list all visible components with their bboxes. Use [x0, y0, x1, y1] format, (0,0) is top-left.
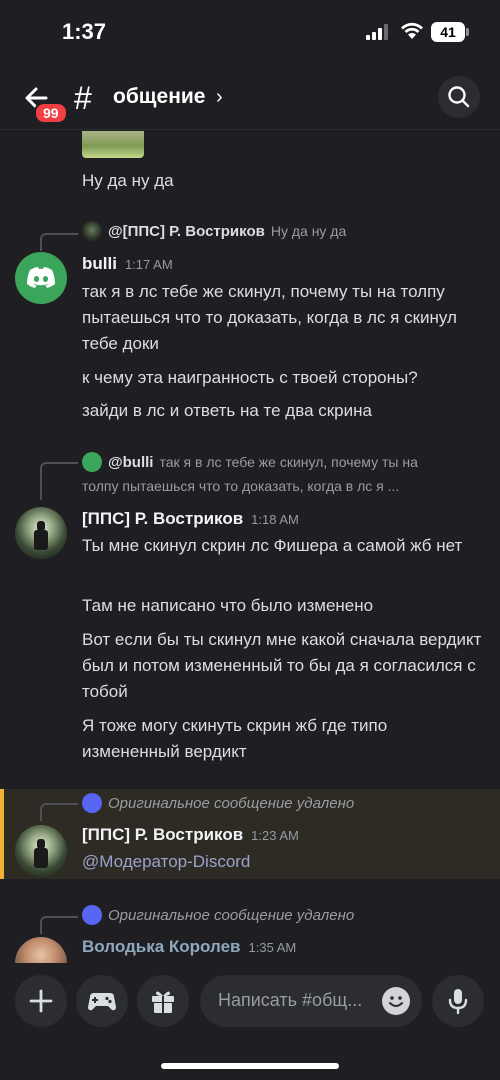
timestamp: 1:35 AM [248, 940, 297, 955]
emoji-icon[interactable] [382, 987, 410, 1015]
role-mention[interactable]: @Модератор-Discord [82, 849, 482, 875]
status-bar: 1:37 41 [0, 0, 500, 64]
reply-preview[interactable]: Оригинальное сообщение удалено [82, 792, 354, 814]
avatar[interactable] [15, 507, 67, 559]
battery-indicator: 41 [431, 22, 465, 42]
emoji-face [389, 996, 403, 1007]
message-text: Я тоже могу скинуть скрин жб где типо из… [82, 716, 388, 761]
message-text: Ну да ну да [82, 171, 174, 190]
message-text: к чему эта наигранность с твоей стороны? [82, 368, 418, 387]
reply-text: Ну да ну да [270, 223, 347, 239]
channel-name[interactable]: общение [113, 85, 205, 109]
reply-preview-continued[interactable]: толпу пытаешься что то доказать, когда в… [82, 475, 399, 497]
author-row: Володька Королев 1:35 AM [82, 937, 296, 961]
avatar[interactable] [15, 937, 67, 963]
reply-connector [40, 462, 78, 500]
reply-text: так я в лс тебе же скинул, почему ты на [159, 454, 418, 470]
author-name[interactable]: bulli [82, 254, 117, 274]
message-input-placeholder: Написать #общ... [218, 990, 363, 1010]
image-attachment[interactable] [82, 131, 144, 158]
timestamp: 1:18 AM [251, 512, 299, 527]
home-indicator [161, 1063, 339, 1069]
reply-author: @[ППС] Р. Востриков [108, 222, 265, 240]
message-text: так я в лс тебе же скинул, почему ты на … [82, 282, 457, 353]
reply-text: толпу пытаешься что то доказать, когда в… [82, 478, 400, 494]
add-attachment-button[interactable] [15, 975, 67, 1027]
reply-avatar [82, 221, 102, 241]
message-text: Ты мне скинул скрин лс Фишера а самой жб… [82, 536, 463, 555]
author-name[interactable]: Володька Королев [82, 937, 241, 957]
message-text: Вот если бы ты скинул мне какой сначала … [82, 630, 482, 701]
reply-deleted: Оригинальное сообщение удалено [108, 794, 355, 812]
discord-logo-icon [27, 267, 55, 288]
reply-avatar [82, 793, 102, 813]
message-list[interactable]: Ну да ну да @[ППС] Р. Востриков Ну да ну… [0, 131, 500, 963]
author-name[interactable]: [ППС] Р. Востриков [82, 825, 243, 845]
avatar-figure [34, 521, 48, 550]
reply-preview[interactable]: @[ППС] Р. Востриков Ну да ну да [82, 220, 346, 242]
reply-deleted: Оригинальное сообщение удалено [108, 906, 355, 924]
microphone-icon [448, 989, 468, 1015]
author-row: [ППС] Р. Востриков 1:23 AM [82, 825, 299, 849]
message-text: зайди в лс и ответь на те два скрина [82, 401, 372, 420]
avatar[interactable] [15, 825, 67, 877]
author-row: bulli 1:17 AM [82, 254, 173, 278]
reply-avatar [82, 452, 102, 472]
avatar[interactable] [15, 252, 67, 304]
reply-avatar [82, 905, 102, 925]
avatar-figure [34, 839, 48, 868]
signal-icon [366, 24, 388, 40]
reply-connector [40, 916, 78, 934]
status-time: 1:37 [62, 19, 107, 44]
unread-badge: 99 [34, 102, 68, 124]
battery-cap [466, 28, 469, 36]
message-text: Там не написано что было изменено [82, 596, 374, 615]
message-input[interactable]: Написать #общ... [200, 975, 422, 1027]
gamepad-icon [88, 993, 116, 1011]
voice-message-button[interactable] [432, 975, 484, 1027]
search-icon [448, 86, 470, 108]
reply-connector [40, 803, 78, 821]
reply-preview[interactable]: Оригинальное сообщение удалено [82, 904, 354, 926]
reply-connector [40, 233, 78, 251]
reply-author: @bulli [108, 453, 154, 471]
timestamp: 1:23 AM [251, 828, 299, 843]
hash-icon: # [74, 80, 92, 116]
author-name[interactable]: [ППС] Р. Востриков [82, 509, 243, 529]
message-composer: Написать #общ... [0, 966, 500, 1080]
activities-button[interactable] [76, 975, 128, 1027]
wifi-icon [401, 22, 423, 39]
timestamp: 1:17 AM [124, 257, 173, 272]
chevron-right-icon[interactable]: › [216, 86, 223, 109]
plus-icon [29, 989, 53, 1013]
gift-icon [152, 991, 174, 1013]
search-button[interactable] [438, 76, 480, 118]
reply-preview[interactable]: @bulli так я в лс тебе же скинул, почему… [82, 451, 418, 473]
gift-button[interactable] [137, 975, 189, 1027]
channel-header: 99 # общение › [0, 64, 500, 130]
author-row: [ППС] Р. Востриков 1:18 AM [82, 509, 299, 533]
